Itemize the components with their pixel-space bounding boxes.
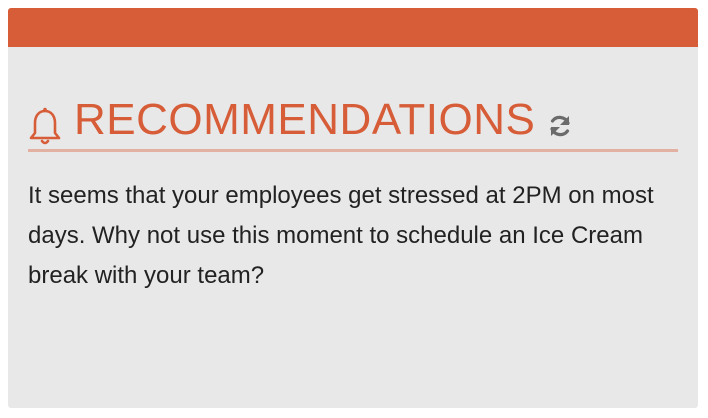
card-header: RECOMMENDATIONS — [28, 90, 678, 150]
card-accent-bar — [8, 8, 698, 47]
refresh-icon[interactable] — [545, 111, 575, 141]
bell-icon — [28, 100, 62, 146]
title-divider — [28, 149, 678, 152]
recommendations-card: RECOMMENDATIONS It seems that your emplo… — [8, 8, 698, 408]
card-title: RECOMMENDATIONS — [74, 95, 536, 144]
recommendation-text: It seems that your employees get stresse… — [28, 182, 654, 289]
